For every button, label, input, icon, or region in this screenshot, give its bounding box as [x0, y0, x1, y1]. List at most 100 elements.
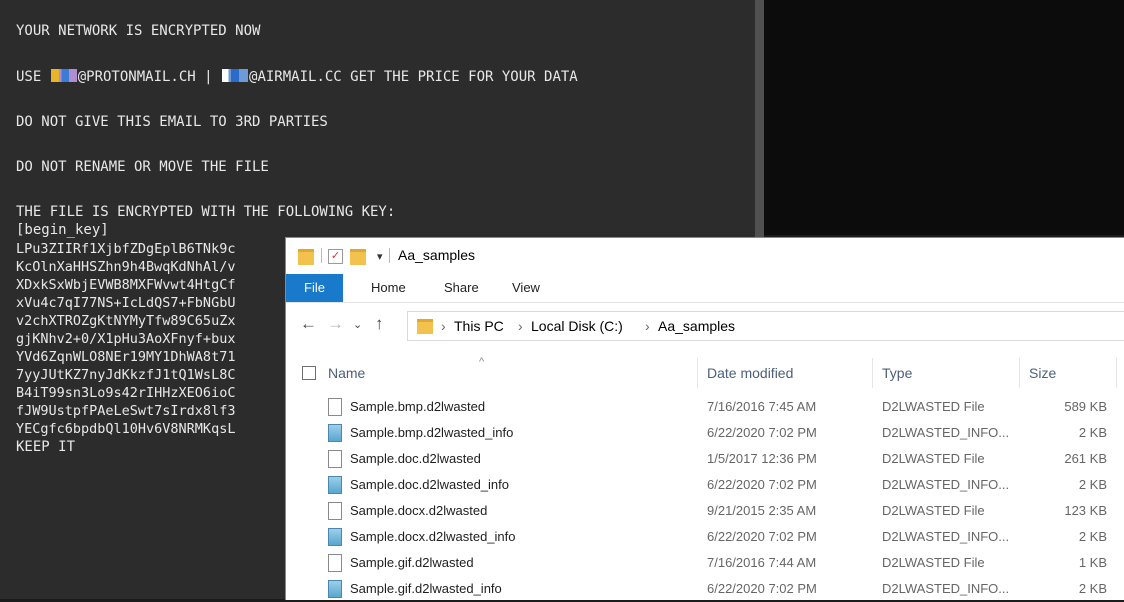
key-line: B4iT99sn3Lo9s42rIHHzXEO6ioC [16, 385, 236, 401]
file-date: 9/21/2015 2:35 AM [707, 503, 817, 518]
file-row[interactable]: Sample.gif.d2lwasted_info 6/22/2020 7:02… [286, 576, 1124, 602]
file-type: D2LWASTED File [882, 451, 985, 466]
tab-file[interactable]: File [286, 274, 343, 302]
info-file-icon [328, 476, 342, 494]
chevron-right-icon[interactable]: › [518, 318, 523, 334]
breadcrumb-this-pc[interactable]: This PC [454, 318, 504, 334]
column-date-modified[interactable]: Date modified [707, 365, 793, 381]
chevron-right-icon[interactable]: › [441, 318, 446, 334]
tab-view[interactable]: View [512, 274, 540, 302]
divider[interactable] [1116, 358, 1117, 388]
breadcrumb-aa-samples[interactable]: Aa_samples [658, 318, 735, 334]
note-line-network: YOUR NETWORK IS ENCRYPTED NOW [16, 23, 261, 39]
divider[interactable] [872, 358, 873, 388]
divider[interactable] [1019, 358, 1020, 388]
file-size: 1 KB [1078, 555, 1107, 570]
file-row[interactable]: Sample.bmp.d2lwasted 7/16/2016 7:45 AM D… [286, 394, 1124, 420]
key-line: LPu3ZIIRf1XjbfZDgEplB6TNk9c [16, 241, 236, 257]
file-name: Sample.bmp.d2lwasted [350, 399, 486, 414]
select-all-checkbox[interactable] [302, 366, 316, 380]
file-date: 7/16/2016 7:45 AM [707, 399, 817, 414]
file-row[interactable]: Sample.doc.d2lwasted 1/5/2017 12:36 PM D… [286, 446, 1124, 472]
file-type: D2LWASTED File [882, 503, 985, 518]
file-type: D2LWASTED_INFO... [882, 477, 1010, 492]
tab-share[interactable]: Share [444, 274, 479, 302]
background-window [764, 0, 1124, 235]
back-arrow-icon[interactable]: ← [300, 314, 317, 334]
recent-locations-chevron-icon[interactable]: ⌄ [353, 318, 362, 331]
key-line: fJW9UstpfPAeLeSwt7sIrdx8lf3 [16, 403, 236, 419]
key-line: gjKNhv2+0/X1pHu3AoXFnyf+bux [16, 331, 236, 347]
file-icon [328, 502, 342, 520]
column-header-row: ^ Name Date modified Type Size [286, 356, 1124, 388]
quick-access-dropdown-icon[interactable]: ▾ [377, 250, 383, 263]
note-line-keep: KEEP IT [16, 439, 76, 455]
note-line-email: DO NOT GIVE THIS EMAIL TO 3RD PARTIES [16, 114, 328, 130]
window-title: Aa_samples [398, 247, 476, 263]
key-line: v2chXTROZgKtNYMyTfw89C65uZx [16, 313, 236, 329]
file-name: Sample.gif.d2lwasted_info [350, 581, 502, 596]
divider[interactable] [697, 358, 698, 388]
file-type: D2LWASTED_INFO... [882, 581, 1010, 596]
sort-ascending-icon: ^ [479, 356, 485, 368]
note-line-begin-key: [begin_key] [16, 222, 109, 238]
file-row[interactable]: Sample.doc.d2lwasted_info 6/22/2020 7:02… [286, 472, 1124, 498]
file-size: 589 KB [1064, 399, 1107, 414]
folder-icon [417, 319, 433, 334]
file-icon [328, 450, 342, 468]
file-row[interactable]: Sample.gif.d2lwasted 7/16/2016 7:44 AM D… [286, 550, 1124, 576]
note-line-contact: USE @PROTONMAIL.CH | @AIRMAIL.CC GET THE… [16, 68, 578, 86]
file-name: Sample.docx.d2lwasted [350, 503, 488, 518]
key-line: XDxkSxWbjEVWB8MXFWvwt4HtgCf [16, 277, 236, 293]
key-line: YECgfc6bpdbQl10Hv6V8NRMKqsL [16, 421, 236, 437]
file-date: 6/22/2020 7:02 PM [707, 477, 817, 492]
file-date: 6/22/2020 7:02 PM [707, 425, 817, 440]
column-size[interactable]: Size [1029, 365, 1056, 381]
title-bar: ✓ ▾ Aa_samples [286, 238, 1124, 272]
file-size: 123 KB [1064, 503, 1107, 518]
file-name: Sample.bmp.d2lwasted_info [350, 425, 514, 440]
file-icon [328, 398, 342, 416]
file-date: 6/22/2020 7:02 PM [707, 581, 817, 596]
file-size: 2 KB [1078, 425, 1107, 440]
navigation-bar: ← → ⌄ ↑ › This PC › Local Disk (C:) › Aa… [286, 303, 1124, 347]
ribbon-tabs: File Home Share View [286, 272, 1124, 303]
note-line-rename: DO NOT RENAME OR MOVE THE FILE [16, 159, 269, 175]
info-file-icon [328, 528, 342, 546]
key-line: YVd6ZqnWLO8NEr19MY1DhWA8t71 [16, 349, 236, 365]
breadcrumb-local-disk[interactable]: Local Disk (C:) [531, 318, 623, 334]
file-name: Sample.docx.d2lwasted_info [350, 529, 516, 544]
file-date: 6/22/2020 7:02 PM [707, 529, 817, 544]
email2-suffix: @AIRMAIL.CC GET THE PRICE FOR YOUR DATA [249, 69, 578, 85]
file-name: Sample.gif.d2lwasted [350, 555, 474, 570]
address-bar[interactable]: › This PC › Local Disk (C:) › Aa_samples [407, 311, 1124, 341]
file-type: D2LWASTED File [882, 399, 985, 414]
properties-check-icon[interactable]: ✓ [328, 249, 343, 264]
forward-arrow-icon[interactable]: → [327, 314, 344, 334]
file-date: 7/16/2016 7:44 AM [707, 555, 817, 570]
file-name: Sample.doc.d2lwasted [350, 451, 481, 466]
key-line: xVu4c7qI77NS+IcLdQS7+FbNGbU [16, 295, 236, 311]
file-size: 2 KB [1078, 529, 1107, 544]
redacted-email-icon [50, 69, 77, 82]
file-explorer-window: ✓ ▾ Aa_samples File Home Share View ← → … [285, 237, 1124, 600]
file-row[interactable]: Sample.docx.d2lwasted 9/21/2015 2:35 AM … [286, 498, 1124, 524]
up-arrow-icon[interactable]: ↑ [375, 314, 384, 334]
key-line: KcOlnXaHHSZhn9h4BwqKdNhAl/v [16, 259, 236, 275]
use-prefix: USE [16, 69, 50, 85]
tab-home[interactable]: Home [371, 274, 406, 302]
redacted-email-icon [222, 69, 249, 82]
chevron-right-icon[interactable]: › [645, 318, 650, 334]
file-row[interactable]: Sample.bmp.d2lwasted_info 6/22/2020 7:02… [286, 420, 1124, 446]
new-folder-icon[interactable] [350, 249, 366, 265]
key-line: 7yyJUtKZ7nyJdKkzfJ1tQ1WsL8C [16, 367, 236, 383]
divider [389, 248, 390, 263]
column-name[interactable]: Name [328, 365, 365, 381]
file-type: D2LWASTED_INFO... [882, 425, 1010, 440]
column-type[interactable]: Type [882, 365, 912, 381]
file-size: 2 KB [1078, 581, 1107, 596]
file-row[interactable]: Sample.docx.d2lwasted_info 6/22/2020 7:0… [286, 524, 1124, 550]
email1-suffix: @PROTONMAIL.CH | [77, 69, 222, 85]
file-date: 1/5/2017 12:36 PM [707, 451, 817, 466]
file-name: Sample.doc.d2lwasted_info [350, 477, 509, 492]
